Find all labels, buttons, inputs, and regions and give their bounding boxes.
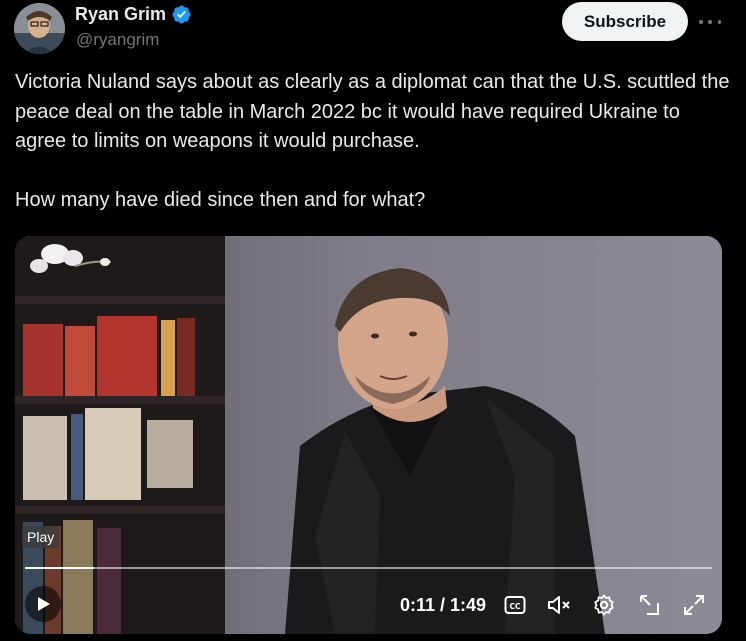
tweet-text: Victoria Nuland says about as clearly as… — [15, 68, 730, 216]
time-display: 0:11 / 1:49 — [400, 595, 487, 615]
display-name[interactable]: Ryan Grim — [75, 4, 166, 25]
more-options-icon[interactable] — [699, 12, 721, 32]
verified-badge-icon[interactable] — [171, 4, 192, 25]
mute-icon[interactable] — [547, 592, 573, 618]
fullscreen-icon[interactable] — [681, 592, 707, 618]
video-player[interactable]: Play 0:11 / 1:49 CC — [15, 236, 722, 634]
captions-icon[interactable]: CC — [502, 592, 528, 618]
pop-out-icon[interactable] — [637, 592, 663, 618]
author-handle[interactable]: @ryangrim — [76, 30, 159, 50]
tweet-paragraph-1: Victoria Nuland says about as clearly as… — [15, 71, 730, 152]
video-frame — [15, 236, 722, 634]
author-name-row[interactable]: Ryan Grim — [75, 4, 192, 25]
tweet-paragraph-2: How many have died since then and for wh… — [15, 189, 426, 211]
tweet: Ryan Grim @ryangrim Subscribe Victoria N… — [0, 0, 746, 641]
play-icon[interactable] — [25, 586, 61, 622]
progress-fill — [25, 567, 94, 569]
avatar[interactable] — [14, 3, 65, 54]
play-tooltip: Play — [22, 526, 60, 548]
subscribe-button[interactable]: Subscribe — [562, 2, 688, 41]
svg-text:CC: CC — [509, 602, 521, 611]
settings-icon[interactable] — [591, 592, 617, 618]
progress-bar[interactable] — [25, 567, 712, 569]
